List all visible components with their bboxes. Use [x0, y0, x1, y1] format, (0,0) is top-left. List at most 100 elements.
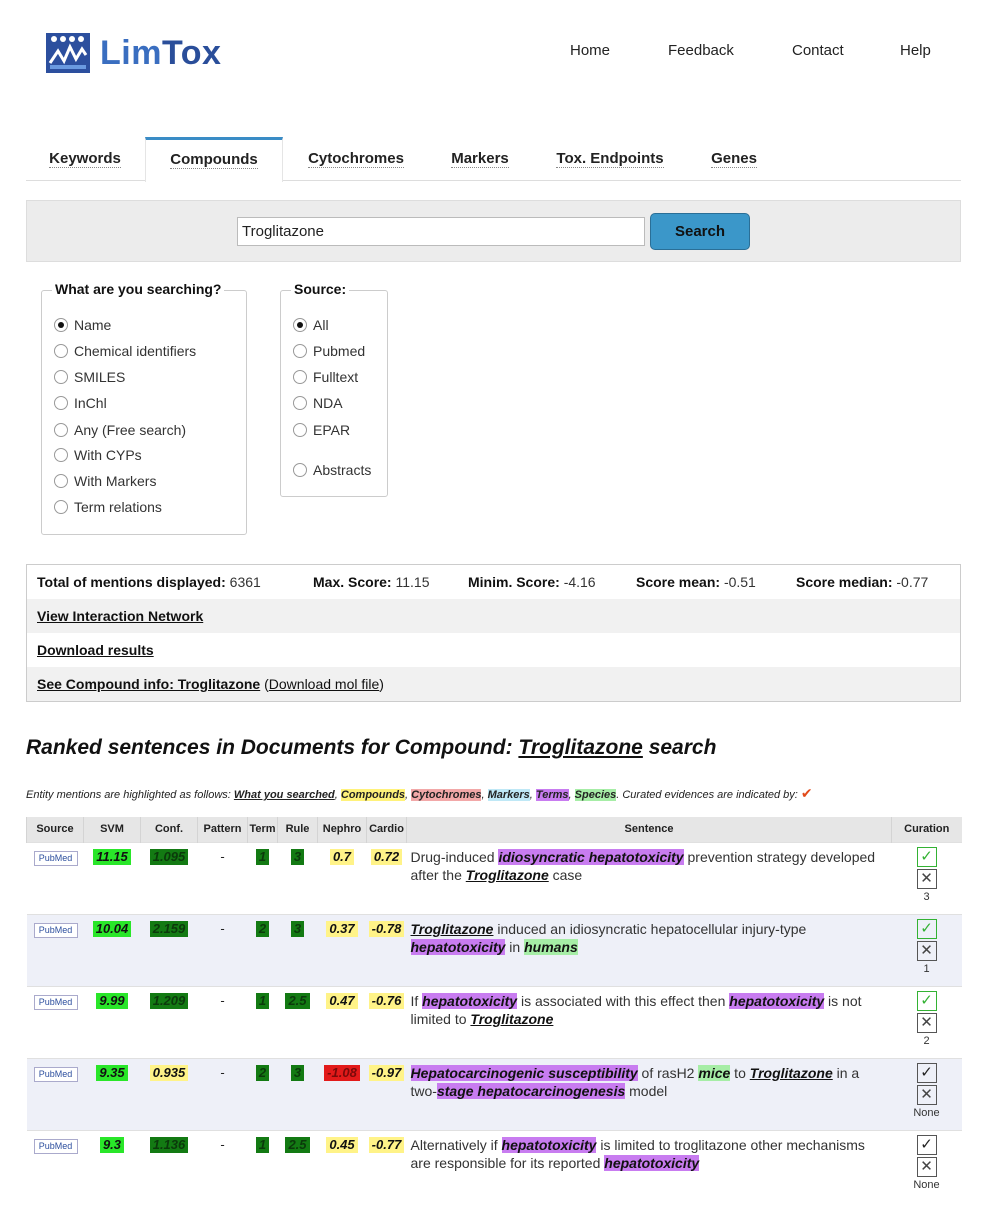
col-rule[interactable]: Rule: [277, 817, 318, 842]
table-row: PubMed 10.04 2.159 - 2 3 0.37 -0.78 Trog…: [26, 913, 962, 986]
col-source[interactable]: Source: [26, 817, 84, 842]
score-median: Score median: -0.77: [796, 574, 928, 590]
radio[interactable]: [54, 474, 68, 488]
curate-accept-icon[interactable]: ✓: [916, 1134, 937, 1155]
radio-selected[interactable]: [54, 318, 68, 332]
radio[interactable]: [54, 448, 68, 462]
option-label: With Markers: [74, 473, 157, 489]
min-value: -4.16: [563, 574, 596, 590]
radio[interactable]: [54, 396, 68, 410]
download-results-link[interactable]: Download results: [37, 642, 154, 658]
legend-outro: . Curated evidences are indicated by:: [616, 789, 801, 801]
tab-compounds[interactable]: Compounds: [145, 137, 283, 182]
option-with-cyps[interactable]: With CYPs: [54, 447, 142, 463]
radio[interactable]: [54, 344, 68, 358]
option-name[interactable]: Name: [54, 317, 111, 333]
ranked-title-prefix: Ranked sentences in Documents for Compou…: [26, 736, 519, 759]
compound-info-link[interactable]: See Compound info: Troglitazone: [37, 676, 260, 692]
curate-accept-icon[interactable]: ✓: [916, 918, 937, 939]
pubmed-link[interactable]: PubMed: [33, 850, 78, 866]
search-input[interactable]: [237, 217, 645, 246]
curate-reject-icon[interactable]: ✕: [916, 940, 937, 961]
tab-markers[interactable]: Markers: [442, 137, 518, 181]
col-pattern[interactable]: Pattern: [197, 817, 248, 842]
tab-bar: Keywords Compounds Cytochromes Markers T…: [26, 137, 961, 182]
source-abstracts[interactable]: Abstracts: [293, 462, 371, 478]
radio[interactable]: [54, 500, 68, 514]
nav-help[interactable]: Help: [900, 42, 931, 59]
radio[interactable]: [54, 423, 68, 437]
search-button[interactable]: Search: [650, 213, 750, 250]
option-any[interactable]: Any (Free search): [54, 422, 186, 438]
radio[interactable]: [293, 370, 307, 384]
tab-cytochromes-label: Cytochromes: [308, 150, 404, 168]
curate-reject-icon[interactable]: ✕: [916, 1012, 937, 1033]
col-nephro[interactable]: Nephro: [317, 817, 367, 842]
radio[interactable]: [54, 370, 68, 384]
legend-compounds: Compounds: [340, 789, 406, 801]
curate-accept-icon[interactable]: ✓: [916, 990, 937, 1011]
nav-home[interactable]: Home: [570, 42, 610, 59]
col-term[interactable]: Term: [247, 817, 278, 842]
sentence-text: is associated with this effect then: [517, 992, 730, 1009]
radio[interactable]: [293, 463, 307, 477]
tab-genes[interactable]: Genes: [702, 137, 766, 181]
sentence: Alternatively if hepatotoxicity is limit…: [406, 1129, 892, 1202]
tab-keywords[interactable]: Keywords: [34, 137, 136, 181]
curate-reject-icon[interactable]: ✕: [916, 868, 937, 889]
total-mentions: Total of mentions displayed: 6361: [37, 574, 261, 590]
ranked-title-compound[interactable]: Troglitazone: [518, 736, 642, 759]
option-with-markers[interactable]: With Markers: [54, 473, 156, 489]
curate-reject-icon[interactable]: ✕: [916, 1156, 937, 1177]
pattern-value: -: [220, 1064, 225, 1080]
col-conf[interactable]: Conf.: [140, 817, 198, 842]
pattern-value: -: [220, 920, 225, 936]
download-mol-link[interactable]: Download mol file: [269, 676, 380, 692]
source-fulltext[interactable]: Fulltext: [293, 369, 358, 385]
term-value: 1: [255, 1136, 270, 1153]
sentence: Hepatocarcinogenic susceptibility of ras…: [406, 1057, 892, 1130]
table-row: PubMed 9.99 1.209 - 1 2.5 0.47 -0.76 If …: [26, 985, 962, 1058]
max-value: 11.15: [395, 574, 430, 590]
curate-accept-icon[interactable]: ✓: [916, 1062, 937, 1083]
searched-highlight: Troglitazone: [470, 1010, 554, 1027]
curate-reject-icon[interactable]: ✕: [916, 1084, 937, 1105]
highlight-legend: Entity mentions are highlighted as follo…: [26, 785, 813, 801]
curation-count: 3: [923, 890, 930, 903]
radio[interactable]: [293, 396, 307, 410]
view-interaction-network-link[interactable]: View Interaction Network: [37, 608, 203, 624]
source-epar[interactable]: EPAR: [293, 422, 350, 438]
nav-contact[interactable]: Contact: [792, 42, 844, 59]
pubmed-link[interactable]: PubMed: [33, 1138, 78, 1154]
option-term-relations[interactable]: Term relations: [54, 499, 162, 515]
option-smiles[interactable]: SMILES: [54, 369, 125, 385]
tab-cytochromes[interactable]: Cytochromes: [296, 137, 416, 181]
pubmed-link[interactable]: PubMed: [33, 994, 78, 1010]
source-all[interactable]: All: [293, 317, 329, 333]
compound-info-line: See Compound info: Troglitazone (Downloa…: [37, 676, 384, 692]
radio-selected[interactable]: [293, 318, 307, 332]
mean-value: -0.51: [723, 574, 756, 590]
legend-terms: Terms: [535, 789, 569, 801]
curate-accept-icon[interactable]: ✓: [916, 846, 937, 867]
nav-feedback[interactable]: Feedback: [668, 42, 734, 59]
median-value: -0.77: [896, 574, 929, 590]
pubmed-link[interactable]: PubMed: [33, 922, 78, 938]
source-nda[interactable]: NDA: [293, 395, 343, 411]
radio[interactable]: [293, 423, 307, 437]
col-svm[interactable]: SVM: [83, 817, 141, 842]
min-score: Minim. Score: -4.16: [468, 574, 596, 590]
tab-tox-endpoints[interactable]: Tox. Endpoints: [546, 137, 674, 181]
max-score: Max. Score: 11.15: [313, 574, 429, 590]
curation-cell: ✓ ✕ 2: [891, 985, 962, 1058]
ranked-title: Ranked sentences in Documents for Compou…: [26, 736, 716, 760]
curation-cell: ✓ ✕ 1: [891, 913, 962, 986]
option-inchi[interactable]: InChl: [54, 395, 107, 411]
pubmed-link[interactable]: PubMed: [33, 1066, 78, 1082]
option-chemical-identifiers[interactable]: Chemical identifiers: [54, 343, 196, 359]
source-pubmed[interactable]: Pubmed: [293, 343, 365, 359]
radio[interactable]: [293, 344, 307, 358]
table-row: PubMed 11.15 1.095 - 1 3 0.7 0.72 Drug-i…: [26, 841, 962, 914]
source-label: Abstracts: [313, 462, 372, 478]
col-cardio[interactable]: Cardio: [366, 817, 407, 842]
